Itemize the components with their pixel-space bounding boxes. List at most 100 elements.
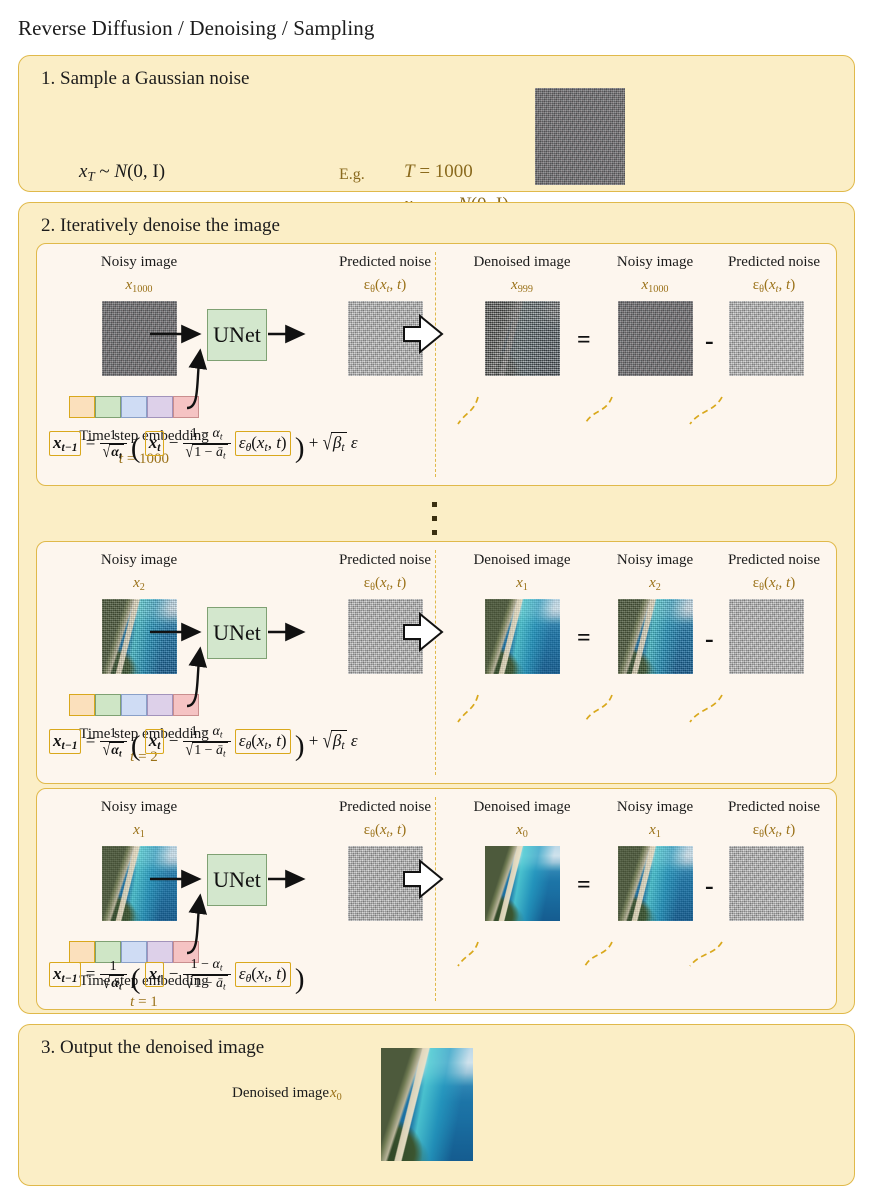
rhs-predicted-caption: Predicted noise [727,254,821,270]
diagram-root: Reverse Diffusion / Denoising / Sampling… [0,0,873,1203]
unet-label: UNet [213,322,261,347]
embedding-cell-1 [69,396,95,418]
eq-eps-box: εθ(xt, t) [234,962,291,988]
embedding-cell-5 [173,396,199,418]
rhs-noisy-tile [618,599,693,674]
noisy-image-variable: x1 [133,822,145,840]
vertical-ellipsis-icon [432,502,437,544]
embedding-cell-2 [95,694,121,716]
denoised-image-variable: x0 [516,822,528,840]
step-3-panel: 3. Output the denoised image [18,1024,855,1186]
iteration-row-t2: Noisy image x2 UNet Time step embedding … [36,541,837,784]
timestep-value: t = 1 [130,994,158,1010]
noisy-image-tile [102,846,177,921]
eq-x-prev-box: xt−1 [49,962,82,988]
step-1-formula: xT ~ N(0, I) [79,161,166,184]
noisy-image-tile [102,599,177,674]
denoised-image-tile [485,599,560,674]
noisy-image-tile [102,301,177,376]
eq-noise-term: + √βt ε [308,728,358,753]
unet-block[interactable]: UNet [207,607,267,659]
embedding-cell-2 [95,396,121,418]
rhs-noisy-tile [618,301,693,376]
noisy-image-caption: Noisy image [100,799,178,815]
time-step-embedding [69,694,199,716]
iteration-row-t1000: Noisy image x1000 UNet Time step embeddi… [36,243,837,486]
equals-operator: = [577,872,591,898]
eq-xt-box: xt [144,962,165,988]
rhs-predicted-variable: εθ(xt, t) [752,822,796,840]
iteration-row-t1: Noisy image x1 UNet Time step embedding … [36,788,837,1010]
unet-block[interactable]: UNet [207,854,267,906]
gaussian-noise-image [535,88,625,185]
rhs-predicted-caption: Predicted noise [727,799,821,815]
denoised-image-caption: Denoised image [473,254,571,270]
step-2-heading: 2. Iteratively denoise the image [41,215,280,236]
embedding-cell-3 [121,694,147,716]
predicted-noise-caption: Predicted noise [338,552,432,568]
noisy-image-variable: x2 [133,575,145,593]
example-label: E.g. [339,166,365,183]
rhs-predicted-variable: εθ(xt, t) [752,277,796,295]
eq-x-prev-box: xt−1 [49,431,82,457]
rhs-predicted-variable: εθ(xt, t) [752,575,796,593]
example-T-value: T = 1000 [404,161,473,182]
denoised-image-tile [485,846,560,921]
output-image-label: Denoised image [232,1085,330,1101]
predicted-noise-tile [348,599,423,674]
eq-xt-box: xt [144,729,165,755]
minus-operator: - [705,624,714,653]
noisy-image-caption: Noisy image [100,254,178,270]
rhs-predicted-tile [729,599,804,674]
rhs-noisy-tile [618,846,693,921]
rhs-predicted-caption: Predicted noise [727,552,821,568]
minus-operator: - [705,871,714,900]
predicted-noise-tile [348,301,423,376]
rhs-noisy-variable: x1000 [641,277,669,295]
final-denoised-image [381,1048,473,1161]
page-title: Reverse Diffusion / Denoising / Sampling [18,16,375,40]
unet-label: UNet [213,620,261,645]
eq-xt-box: xt [144,431,165,457]
denoised-image-variable: x1 [516,575,528,593]
minus-operator: - [705,326,714,355]
denoised-image-variable: x999 [511,277,533,295]
rhs-noisy-variable: x1 [649,822,661,840]
predicted-noise-variable: εθ(xt, t) [363,575,407,593]
update-equation: xt−1 = 1 √αt ( xt − 1 − αt √1 − āt εθ(xt, … [49,957,304,993]
eq-noise-term: + √βt ε [308,430,358,455]
embedding-cell-5 [173,694,199,716]
embedding-cell-4 [147,396,173,418]
embedding-cell-3 [121,396,147,418]
equals-operator: = [577,327,591,353]
step-1-panel: 1. Sample a Gaussian noise xT ~ N(0, I) … [18,55,855,217]
noisy-image-variable: x1000 [125,277,153,295]
embedding-cell-4 [147,694,173,716]
unet-block[interactable]: UNet [207,309,267,361]
denoised-image-caption: Denoised image [473,552,571,568]
update-equation: xt−1 = 1 √αt ( xt − 1 − αt √1 − āt εθ(xt, … [49,426,358,462]
predicted-noise-caption: Predicted noise [338,254,432,270]
rhs-noisy-caption: Noisy image [616,552,694,568]
predicted-noise-variable: εθ(xt, t) [363,822,407,840]
output-image-variable: x0 [330,1085,342,1103]
rhs-noisy-caption: Noisy image [616,254,694,270]
equals-operator: = [577,625,591,651]
denoised-image-tile [485,301,560,376]
update-equation: xt−1 = 1 √αt ( xt − 1 − αt √1 − āt εθ(xt, … [49,724,358,760]
rhs-noisy-caption: Noisy image [616,799,694,815]
rhs-predicted-tile [729,846,804,921]
denoised-image-caption: Denoised image [473,799,571,815]
time-step-embedding [69,396,199,418]
eq-x-prev-box: xt−1 [49,729,82,755]
eq-eps-box: εθ(xt, t) [234,729,291,755]
embedding-cell-1 [69,694,95,716]
predicted-noise-tile [348,846,423,921]
unet-label: UNet [213,867,261,892]
step-3-heading: 3. Output the denoised image [41,1037,265,1058]
predicted-noise-variable: εθ(xt, t) [363,277,407,295]
step-1-heading: 1. Sample a Gaussian noise [41,68,250,89]
eq-eps-box: εθ(xt, t) [234,431,291,457]
rhs-predicted-tile [729,301,804,376]
rhs-noisy-variable: x2 [649,575,661,593]
